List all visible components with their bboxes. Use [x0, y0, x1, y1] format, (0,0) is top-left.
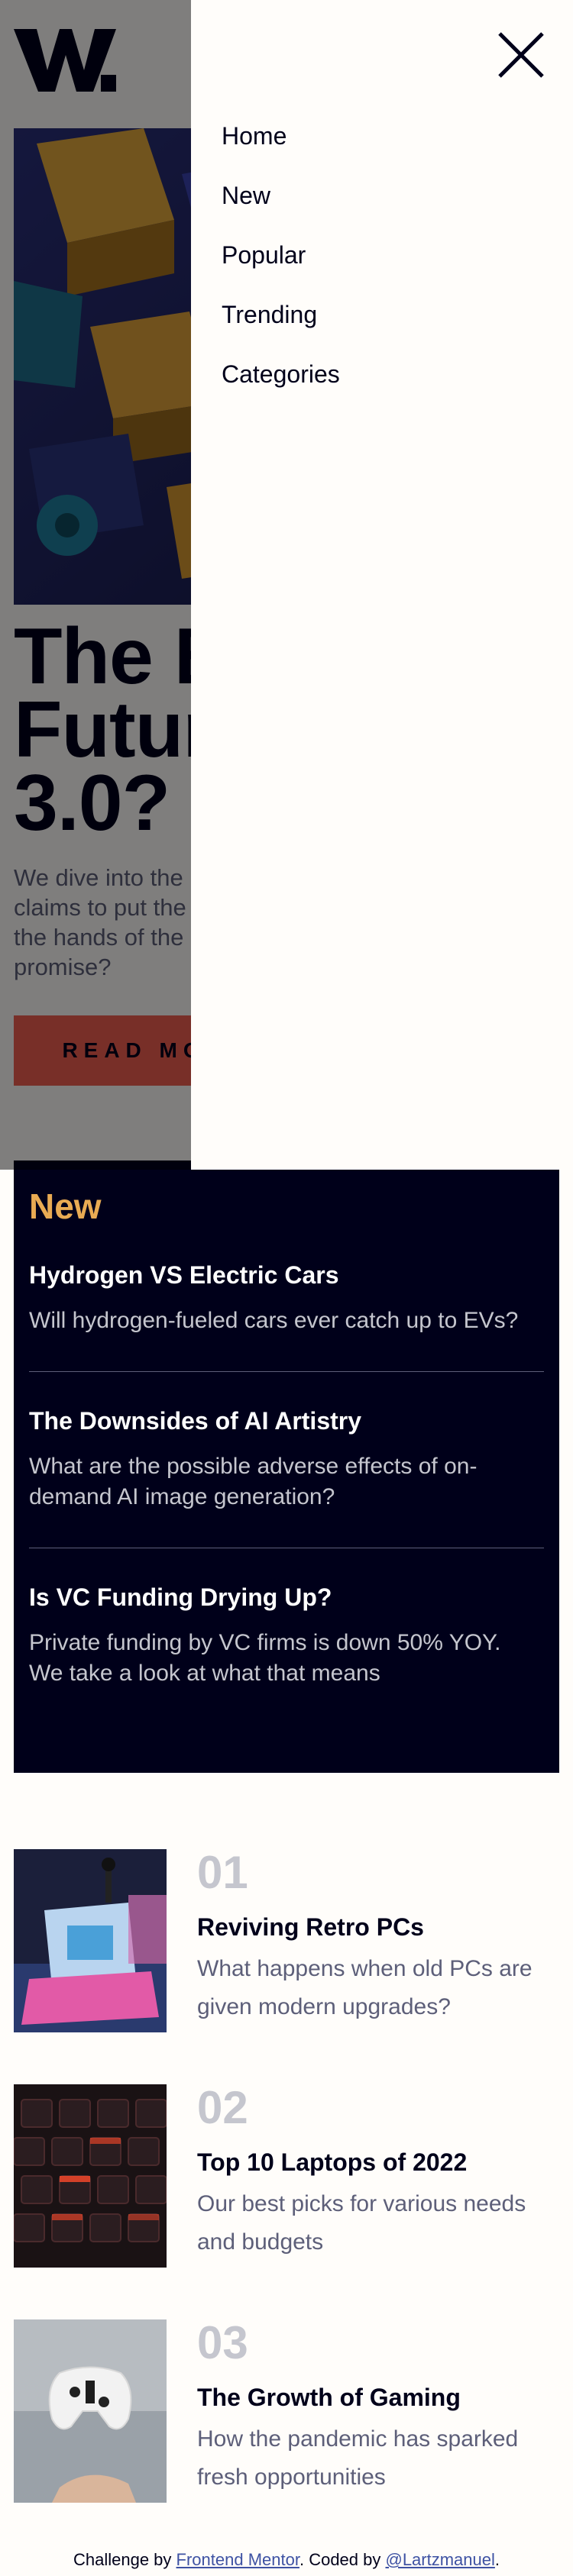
close-menu-button[interactable] — [494, 27, 549, 82]
menu-item-popular[interactable]: Popular — [222, 240, 340, 270]
ranked-item: 02 Top 10 Laptops of 2022 Our best picks… — [14, 2082, 559, 2268]
new-item-description: What are the possible adverse effects of… — [29, 1454, 478, 1509]
rank-number: 01 — [197, 1847, 248, 1898]
ranked-title[interactable]: The Growth of Gaming — [197, 2382, 461, 2413]
retro-pc-thumbnail — [14, 1849, 167, 2032]
menu-list: Home New Popular Trending Categories — [222, 121, 340, 418]
mobile-menu: Home New Popular Trending Categories — [191, 0, 573, 1170]
ranked-description: How the pandemic has sparked fresh oppor… — [197, 2426, 519, 2490]
new-item: Is VC Funding Drying Up? Private funding… — [29, 1582, 544, 1689]
divider — [29, 1371, 544, 1372]
attribution-footer: Challenge by Frontend Mentor. Coded by @… — [0, 2549, 573, 2571]
new-item-title[interactable]: Is VC Funding Drying Up? — [29, 1582, 544, 1612]
new-item-title[interactable]: The Downsides of AI Artistry — [29, 1406, 544, 1436]
new-heading: New — [29, 1186, 102, 1226]
new-item-description: Will hydrogen-fueled cars ever catch up … — [29, 1308, 519, 1333]
new-item: Hydrogen VS Electric Cars Will hydrogen-… — [29, 1260, 544, 1336]
new-panel: New Hydrogen VS Electric Cars Will hydro… — [14, 1160, 559, 1773]
menu-item-trending[interactable]: Trending — [222, 299, 340, 330]
new-item-title[interactable]: Hydrogen VS Electric Cars — [29, 1260, 544, 1290]
ranked-item: 03 The Growth of Gaming How the pandemic… — [14, 2317, 559, 2503]
close-icon — [498, 32, 544, 78]
menu-item-home[interactable]: Home — [222, 121, 340, 151]
attribution-prefix: Challenge by — [73, 2550, 176, 2569]
ranked-item: 01 Reviving Retro PCs What happens when … — [14, 1847, 559, 2032]
attribution-suffix: . — [494, 2550, 500, 2569]
menu-item-new[interactable]: New — [222, 180, 340, 211]
rank-number: 03 — [197, 2317, 248, 2368]
ranked-description: Our best picks for various needs and bud… — [197, 2191, 526, 2255]
laptop-keyboard-thumbnail — [14, 2084, 167, 2268]
attribution-middle: . Coded by — [299, 2550, 386, 2569]
gaming-controller-thumbnail — [14, 2319, 167, 2503]
author-link[interactable]: @Lartzmanuel — [385, 2550, 494, 2569]
ranked-title[interactable]: Top 10 Laptops of 2022 — [197, 2147, 467, 2177]
ranked-title[interactable]: Reviving Retro PCs — [197, 1912, 424, 1942]
ranked-description: What happens when old PCs are given mode… — [197, 1956, 533, 2019]
new-item: The Downsides of AI Artistry What are th… — [29, 1406, 544, 1512]
menu-item-categories[interactable]: Categories — [222, 359, 340, 389]
new-item-description: Private funding by VC firms is down 50% … — [29, 1630, 501, 1686]
frontend-mentor-link[interactable]: Frontend Mentor — [176, 2550, 299, 2569]
rank-number: 02 — [197, 2082, 248, 2133]
